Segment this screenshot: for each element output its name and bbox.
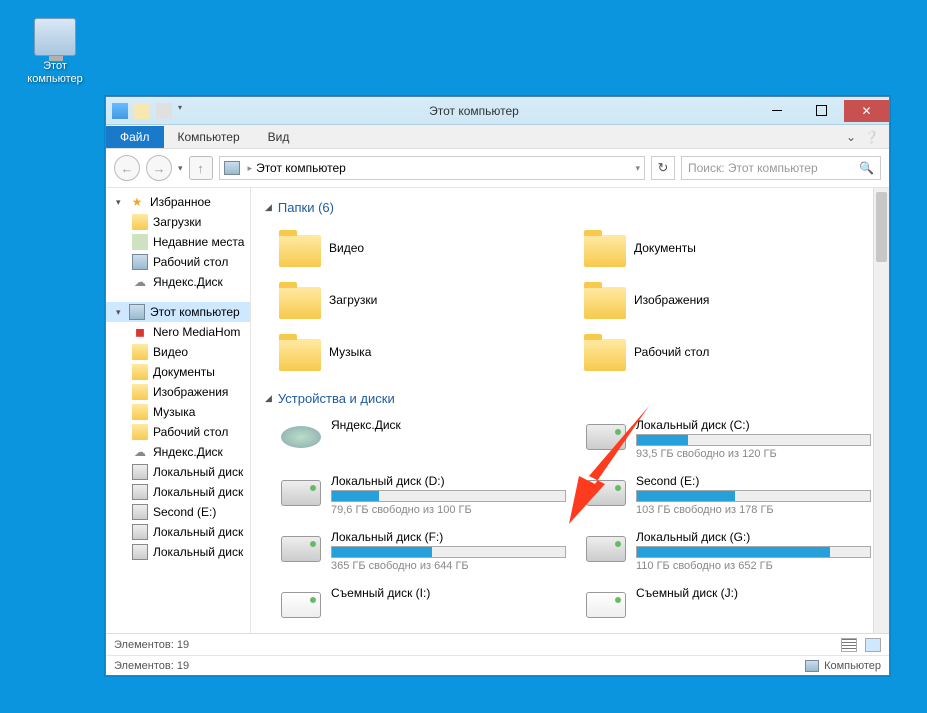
hard-drive-icon: [281, 536, 321, 562]
window-icon: [112, 103, 128, 119]
nav-this-pc[interactable]: ▾Этот компьютер: [106, 302, 250, 322]
computer-icon: [224, 161, 240, 175]
nav-localdisk[interactable]: Локальный диск: [106, 462, 250, 482]
nav-desktop[interactable]: Рабочий стол: [106, 252, 250, 272]
maximize-button[interactable]: [799, 100, 844, 122]
hard-drive-icon: [281, 480, 321, 506]
status-item-count: Элементов: 19: [114, 639, 189, 651]
qat-dropdown-icon[interactable]: ▾: [178, 103, 194, 119]
address-bar: ← → ▾ ↑ ▸ Этот компьютер ▾ ↻ Поиск: Этот…: [106, 149, 889, 188]
up-button[interactable]: ↑: [189, 156, 213, 180]
forward-button[interactable]: →: [146, 155, 172, 181]
yandex-disk-icon: [281, 426, 321, 448]
ribbon-tabs: Файл Компьютер Вид ⌄ ❔: [106, 125, 889, 149]
minimize-button[interactable]: [754, 100, 799, 122]
nav-yandex-disk[interactable]: ☁Яндекс.Диск: [106, 272, 250, 292]
folder-pictures[interactable]: Изображения: [580, 275, 875, 325]
nav-second-e[interactable]: Second (E:): [106, 502, 250, 522]
search-input[interactable]: Поиск: Этот компьютер 🔍: [681, 156, 881, 180]
hard-drive-icon: [586, 536, 626, 562]
nav-yandex-disk2[interactable]: ☁Яндекс.Диск: [106, 442, 250, 462]
qat-new-folder-icon[interactable]: [134, 103, 150, 119]
hard-drive-icon: [586, 480, 626, 506]
drive-j[interactable]: Съемный диск (J:): [580, 582, 875, 628]
content-pane: ◢Папки (6) Видео Документы Загрузки Изоб…: [251, 188, 889, 633]
hard-drive-icon: [586, 424, 626, 450]
nav-documents[interactable]: Документы: [106, 362, 250, 382]
nav-favorites[interactable]: ▾★Избранное: [106, 192, 250, 212]
nav-desktop2[interactable]: Рабочий стол: [106, 422, 250, 442]
nav-localdisk3[interactable]: Локальный диск: [106, 522, 250, 542]
search-placeholder: Поиск: Этот компьютер: [688, 161, 818, 175]
nav-music[interactable]: Музыка: [106, 402, 250, 422]
scrollbar-thumb[interactable]: [876, 192, 887, 262]
drive-e[interactable]: Second (E:)103 ГБ свободно из 178 ГБ: [580, 470, 875, 520]
breadcrumb-location: Этот компьютер: [256, 161, 346, 175]
breadcrumb[interactable]: ▸ Этот компьютер ▾: [219, 156, 645, 180]
quick-access-toolbar: ▾: [106, 103, 194, 119]
removable-drive-icon: [281, 592, 321, 618]
drive-c[interactable]: Локальный диск (C:)93,5 ГБ свободно из 1…: [580, 414, 875, 464]
folder-desktop[interactable]: Рабочий стол: [580, 327, 875, 377]
folder-downloads[interactable]: Загрузки: [275, 275, 570, 325]
back-button[interactable]: ←: [114, 155, 140, 181]
explorer-window: ▾ Этот компьютер Файл Компьютер Вид ⌄ ❔ …: [105, 96, 890, 676]
titlebar[interactable]: ▾ Этот компьютер: [106, 97, 889, 125]
drive-i[interactable]: Съемный диск (I:): [275, 582, 570, 628]
desktop-icon-label: Этот компьютер: [20, 60, 90, 86]
computer-icon: [34, 18, 76, 56]
folder-documents[interactable]: Документы: [580, 223, 875, 273]
status-bar: Элементов: 19: [106, 633, 889, 655]
drive-g[interactable]: Локальный диск (G:)110 ГБ свободно из 65…: [580, 526, 875, 576]
nav-nero[interactable]: ◼Nero MediaHom: [106, 322, 250, 342]
tab-computer[interactable]: Компьютер: [164, 126, 254, 148]
search-icon: 🔍: [859, 161, 874, 175]
close-button[interactable]: [844, 100, 889, 122]
status-computer: Компьютер: [805, 660, 881, 672]
tab-file[interactable]: Файл: [106, 126, 164, 148]
folder-video[interactable]: Видео: [275, 223, 570, 273]
drive-f[interactable]: Локальный диск (F:)365 ГБ свободно из 64…: [275, 526, 570, 576]
drive-yandex-disk[interactable]: Яндекс.Диск: [275, 414, 570, 464]
view-details-icon[interactable]: [841, 638, 857, 652]
address-dropdown-icon[interactable]: ▾: [635, 163, 640, 174]
nav-recent[interactable]: Недавние места: [106, 232, 250, 252]
secondary-status-bar: Элементов: 19 Компьютер: [106, 655, 889, 675]
breadcrumb-separator-icon: ▸: [248, 163, 253, 174]
help-icon[interactable]: ❔: [864, 130, 889, 144]
drive-d[interactable]: Локальный диск (D:)79,6 ГБ свободно из 1…: [275, 470, 570, 520]
qat-properties-icon[interactable]: [156, 103, 172, 119]
view-large-icons-icon[interactable]: [865, 638, 881, 652]
navigation-pane: ▾★Избранное Загрузки Недавние места Рабо…: [106, 188, 251, 633]
status-item-count-2: Элементов: 19: [114, 660, 189, 672]
scrollbar[interactable]: [873, 188, 889, 633]
nav-video[interactable]: Видео: [106, 342, 250, 362]
nav-localdisk4[interactable]: Локальный диск: [106, 542, 250, 562]
folder-music[interactable]: Музыка: [275, 327, 570, 377]
ribbon-expand-icon[interactable]: ⌄: [846, 130, 864, 144]
removable-drive-icon: [586, 592, 626, 618]
window-title: Этот компьютер: [194, 104, 754, 118]
nav-downloads[interactable]: Загрузки: [106, 212, 250, 232]
desktop-this-pc-icon[interactable]: Этот компьютер: [20, 18, 90, 86]
history-dropdown-icon[interactable]: ▾: [178, 163, 183, 174]
nav-localdisk2[interactable]: Локальный диск: [106, 482, 250, 502]
computer-icon: [805, 660, 819, 672]
tab-view[interactable]: Вид: [254, 126, 304, 148]
group-devices-header[interactable]: ◢Устройства и диски: [255, 387, 885, 410]
group-folders-header[interactable]: ◢Папки (6): [255, 196, 885, 219]
nav-pictures[interactable]: Изображения: [106, 382, 250, 402]
refresh-button[interactable]: ↻: [651, 156, 675, 180]
